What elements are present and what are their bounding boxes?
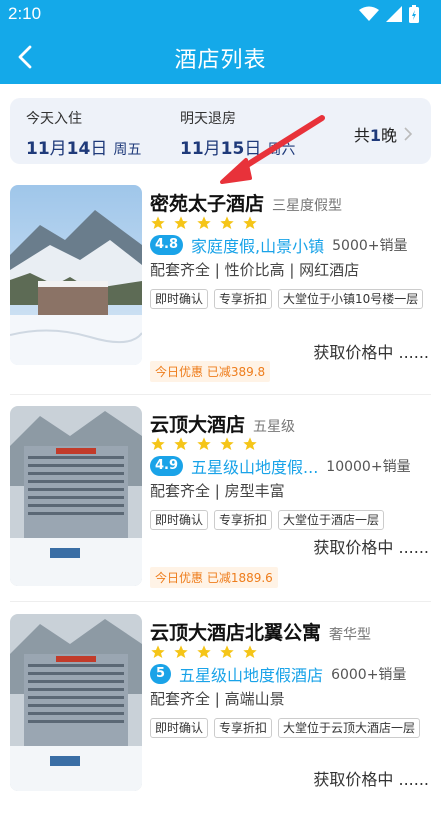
star-icon	[174, 216, 188, 229]
hotel-card[interactable]: 密苑太子酒店 三星度假型 4.8 家庭度假,山景小镇 5000+销量 配套齐全 |…	[0, 185, 441, 395]
star-icon	[243, 216, 257, 229]
nights-number: 1	[369, 126, 381, 145]
checkout-month: 11	[180, 139, 204, 159]
chevron-right-icon	[404, 127, 413, 141]
day-unit: 日	[244, 139, 262, 159]
star-rating	[150, 644, 258, 660]
hotel-photo[interactable]	[10, 185, 142, 365]
star-icon	[174, 437, 188, 450]
score-badge: 4.8	[150, 235, 184, 255]
date-selector[interactable]: 今天入住 11月14日 周五 明天退房 11月15日 周六 共1晚	[10, 98, 431, 164]
discount-badge: 今日优惠 已减389.8	[150, 361, 271, 382]
score-row: 4.8 家庭度假,山景小镇 5000+销量	[150, 233, 407, 257]
month-unit: 月	[203, 139, 221, 159]
star-icon	[220, 645, 234, 658]
tag: 专享折扣	[214, 289, 273, 309]
hotel-features: 配套齐全 | 房型丰富	[150, 482, 285, 500]
hotel-card[interactable]: 云顶大酒店北翼公寓 奢华型 5 五星级山地度假酒店 6000+销量 配套齐全 | …	[0, 614, 441, 824]
score-badge: 5	[150, 664, 172, 684]
tag: 大堂位于小镇10号楼一层	[278, 289, 424, 309]
hotel-name[interactable]: 云顶大酒店 五星级	[150, 410, 295, 437]
status-time: 2:10	[8, 4, 42, 23]
nights-prefix: 共	[353, 126, 370, 145]
wifi-icon	[359, 6, 379, 21]
hotel-photo[interactable]	[10, 406, 142, 586]
checkout-label: 明天退房	[180, 111, 236, 127]
checkin-label: 今天入住	[26, 111, 82, 127]
checkin-month: 11	[26, 139, 50, 159]
tag: 即时确认	[150, 718, 209, 738]
star-icon	[220, 216, 234, 229]
tag: 专享折扣	[214, 510, 273, 530]
status-icons	[359, 5, 419, 23]
hotel-card[interactable]: 云顶大酒店 五星级 4.9 五星级山地度假... 10000+销量 配套齐全 | …	[0, 406, 441, 616]
star-icon	[243, 645, 257, 658]
day-unit: 日	[90, 139, 108, 159]
tag-list: 即时确认 专享折扣 大堂位于酒店一层	[150, 510, 435, 530]
hotel-name-text: 云顶大酒店北翼公寓	[150, 622, 322, 644]
star-icon	[220, 437, 234, 450]
tag: 大堂位于酒店一层	[278, 510, 385, 530]
hotel-grade: 奢华型	[329, 627, 372, 643]
status-bar: 2:10	[0, 0, 441, 30]
hotel-highlight: 五星级山地度假...	[191, 458, 319, 477]
tag-list: 即时确认 专享折扣 大堂位于小镇10号楼一层	[150, 289, 435, 309]
hotel-grade: 五星级	[253, 419, 296, 435]
star-rating	[150, 215, 258, 231]
star-rating	[150, 436, 258, 452]
hotel-highlight: 五星级山地度假酒店	[179, 666, 324, 685]
signal-icon	[386, 6, 402, 22]
battery-icon	[409, 5, 419, 23]
star-icon	[243, 437, 257, 450]
hotel-features: 配套齐全 | 高端山景	[150, 690, 285, 708]
divider	[10, 394, 431, 395]
score-row: 4.9 五星级山地度假... 10000+销量	[150, 454, 411, 478]
checkin-weekday: 周五	[113, 142, 142, 158]
star-icon	[197, 437, 211, 450]
hotel-name-text: 云顶大酒店	[150, 414, 246, 436]
tag: 大堂位于云顶大酒店一层	[278, 718, 421, 738]
price-status: 获取价格中 ......	[313, 538, 429, 557]
star-icon	[197, 216, 211, 229]
checkin-day: 14	[66, 139, 91, 159]
discount-badge: 今日优惠 已减1889.6	[150, 567, 278, 588]
sales-count: 10000+销量	[326, 459, 411, 475]
score-badge: 4.9	[150, 456, 184, 476]
checkout-weekday: 周六	[267, 142, 296, 158]
hotel-highlight: 家庭度假,山景小镇	[191, 237, 325, 256]
month-unit: 月	[49, 139, 67, 159]
checkout-date: 11月15日 周六	[180, 134, 295, 159]
star-icon	[151, 216, 165, 229]
checkout-day: 15	[220, 139, 245, 159]
sales-count: 6000+销量	[331, 667, 407, 683]
sales-count: 5000+销量	[332, 238, 408, 254]
star-icon	[151, 645, 165, 658]
checkin-date: 11月14日 周五	[26, 134, 141, 159]
nights-suffix: 晚	[380, 126, 397, 145]
hotel-name-text: 密苑太子酒店	[150, 193, 265, 215]
app-bar: 酒店列表	[0, 30, 441, 84]
star-icon	[197, 645, 211, 658]
tag: 专享折扣	[214, 718, 273, 738]
hotel-photo[interactable]	[10, 614, 142, 791]
hotel-name[interactable]: 密苑太子酒店 三星度假型	[150, 189, 342, 216]
checkin-block[interactable]: 今天入住 11月14日 周五	[26, 108, 141, 159]
score-row: 5 五星级山地度假酒店 6000+销量	[150, 662, 406, 686]
star-icon	[151, 437, 165, 450]
hotel-features: 配套齐全 | 性价比高 | 网红酒店	[150, 261, 360, 279]
tag: 即时确认	[150, 510, 209, 530]
star-icon	[174, 645, 188, 658]
price-status: 获取价格中 ......	[313, 770, 429, 789]
hotel-name[interactable]: 云顶大酒店北翼公寓 奢华型	[150, 618, 371, 645]
tag-list: 即时确认 专享折扣 大堂位于云顶大酒店一层	[150, 718, 435, 738]
nights-count[interactable]: 共1晚	[354, 122, 413, 146]
page-title: 酒店列表	[174, 48, 267, 73]
price-status: 获取价格中 ......	[313, 343, 429, 362]
hotel-grade: 三星度假型	[272, 198, 343, 214]
divider	[10, 601, 431, 602]
tag: 即时确认	[150, 289, 209, 309]
checkout-block[interactable]: 明天退房 11月15日 周六	[180, 108, 295, 159]
